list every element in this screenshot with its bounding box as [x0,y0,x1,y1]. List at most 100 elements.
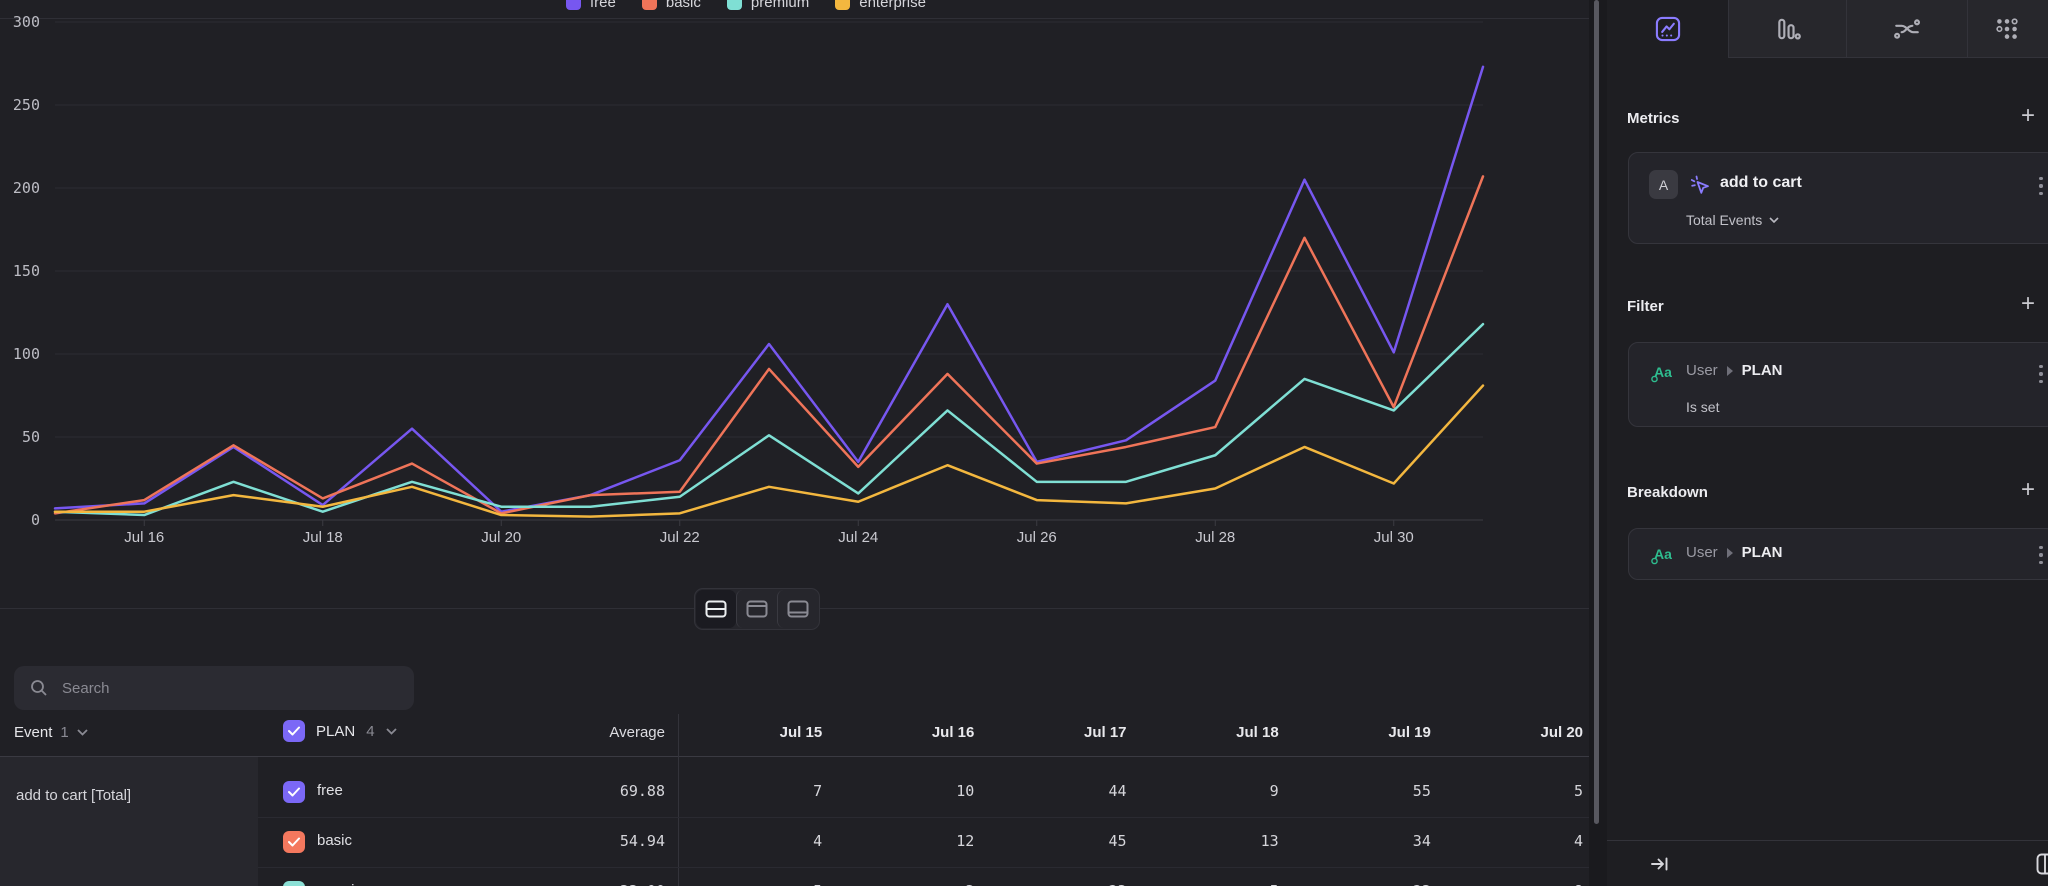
text-property-icon: Aa [1649,543,1677,567]
breakdown-card[interactable]: Aa User PLAN [1628,528,2048,580]
row-checkbox[interactable] [283,881,305,886]
date-column-header[interactable]: Jul 16 [828,724,980,741]
select-all-checkbox[interactable] [283,720,305,742]
cell-value: 5 [1437,782,1589,800]
x-axis-tick: Jul 30 [1374,529,1414,546]
y-axis-tick: 250 [13,96,40,114]
layout-split-button[interactable] [696,590,736,628]
row-label: free [317,782,343,799]
text-property-icon: Aa [1649,361,1677,385]
tab-more-charts[interactable] [1967,0,2048,57]
y-axis-tick: 150 [13,262,40,280]
table-row-premium[interactable]: premium33.0053235238 [258,867,1589,886]
check-icon [288,787,300,797]
cell-value: 44 [980,782,1132,800]
cell-value: 55 [1285,782,1437,800]
table-row-basic[interactable]: basic54.944124513344 [258,817,1589,867]
layout-bottom-icon [787,600,809,618]
date-column-header[interactable]: Jul 20 [1437,724,1589,741]
sidebar-bottom-bar [1607,840,2048,886]
date-column-header[interactable]: Jul 17 [980,724,1132,741]
filter-options-menu[interactable] [2032,365,2048,383]
date-column-header[interactable]: Jul 15 [676,724,828,741]
visualization-tabs [1607,0,2048,58]
tab-bar-chart[interactable] [1728,0,1846,57]
x-axis-tick: Jul 22 [660,529,700,546]
search-input[interactable] [60,679,394,698]
date-headers: Jul 15Jul 16Jul 17Jul 18Jul 19Jul 20 [676,724,1589,741]
breadcrumb-arrow-icon [1727,548,1733,558]
add-metric-button[interactable]: + [2016,106,2040,126]
layout-bottom-button[interactable] [777,590,818,628]
check-icon [288,726,300,736]
filter-property-breadcrumb[interactable]: User PLAN [1686,362,1783,379]
collapse-sidebar-icon[interactable] [1648,852,1672,876]
row-average: 33.00 [620,882,665,886]
row-average: 69.88 [620,782,665,800]
tab-flows[interactable] [1846,0,1967,57]
row-average: 54.94 [620,832,665,850]
panel-toggle-icon[interactable] [2036,853,2048,875]
filter-card[interactable]: Aa User PLAN Is set [1628,342,2048,427]
cell-value: 45 [980,832,1132,850]
average-column-header[interactable]: Average [609,724,665,741]
row-checkbox[interactable] [283,831,305,853]
metric-event-name[interactable]: add to cart [1720,174,1802,192]
x-axis-tick: Jul 24 [838,529,878,546]
add-filter-button[interactable]: + [2016,294,2040,314]
event-click-icon [1689,174,1711,196]
x-axis-tick: Jul 20 [481,529,521,546]
layout-split-icon [705,600,727,618]
table-rows: free69.88710449555basic54.944124513344pr… [258,768,1589,886]
query-builder-sidebar: Metrics + A add to cart Total Events Fil… [1607,0,2048,886]
layout-toggle-group [694,588,820,630]
chart-and-table-panel: freebasicpremiumenterprise 0501001502002… [0,0,1589,886]
y-axis-tick: 100 [13,345,40,363]
cell-value: 13 [1133,832,1285,850]
flows-icon [1893,16,1921,42]
cell-value: 8 [1437,882,1589,886]
event-row-label[interactable]: add to cart [Total] [16,787,131,804]
date-column-header[interactable]: Jul 18 [1133,724,1285,741]
grid-dots-icon [1994,16,2020,42]
table-row-free[interactable]: free69.88710449555 [258,768,1589,817]
line-chart[interactable]: 050100150200250300Jul 16Jul 18Jul 20Jul … [0,0,1589,646]
row-checkbox[interactable] [283,781,305,803]
chevron-down-icon [77,729,88,736]
series-line-free[interactable] [55,67,1483,512]
filter-operator[interactable]: Is set [1686,399,1719,415]
metric-aggregation-dropdown[interactable]: Total Events [1686,212,1779,228]
cell-value: 4 [1437,832,1589,850]
metric-options-menu[interactable] [2032,177,2048,195]
scrollbar-thumb[interactable] [1594,0,1599,824]
add-breakdown-button[interactable]: + [2016,480,2040,500]
event-count: 1 [60,724,68,741]
layout-top-button[interactable] [736,590,777,628]
metrics-section-title: Metrics [1627,110,2048,127]
date-column-header[interactable]: Jul 19 [1285,724,1437,741]
cell-value: 5 [676,882,828,886]
cell-value: 3 [828,882,980,886]
layout-top-icon [746,600,768,618]
cell-value: 12 [828,832,980,850]
plan-header-label: PLAN [316,723,355,740]
breakdown-section-title: Breakdown [1627,484,2048,501]
x-axis-tick: Jul 26 [1017,529,1057,546]
event-column-header[interactable]: Event 1 [14,724,88,741]
y-axis-tick: 50 [22,428,40,446]
search-icon [30,679,48,697]
insights-report-app: freebasicpremiumenterprise 0501001502002… [0,0,2048,886]
metric-card[interactable]: A add to cart Total Events [1628,152,2048,244]
plan-count: 4 [366,723,374,740]
tab-insights[interactable] [1607,0,1728,58]
y-axis-tick: 300 [13,13,40,31]
row-label: premium [317,882,375,886]
breakdown-property-breadcrumb[interactable]: User PLAN [1686,544,1783,561]
series-line-enterprise[interactable] [55,386,1483,517]
plan-column-header[interactable]: PLAN 4 [283,720,397,742]
breakdown-options-menu[interactable] [2032,546,2048,564]
chevron-down-icon [386,728,397,735]
x-axis-tick: Jul 28 [1195,529,1235,546]
panel-scrollbar[interactable] [1589,0,1607,886]
x-axis-tick: Jul 16 [124,529,164,546]
